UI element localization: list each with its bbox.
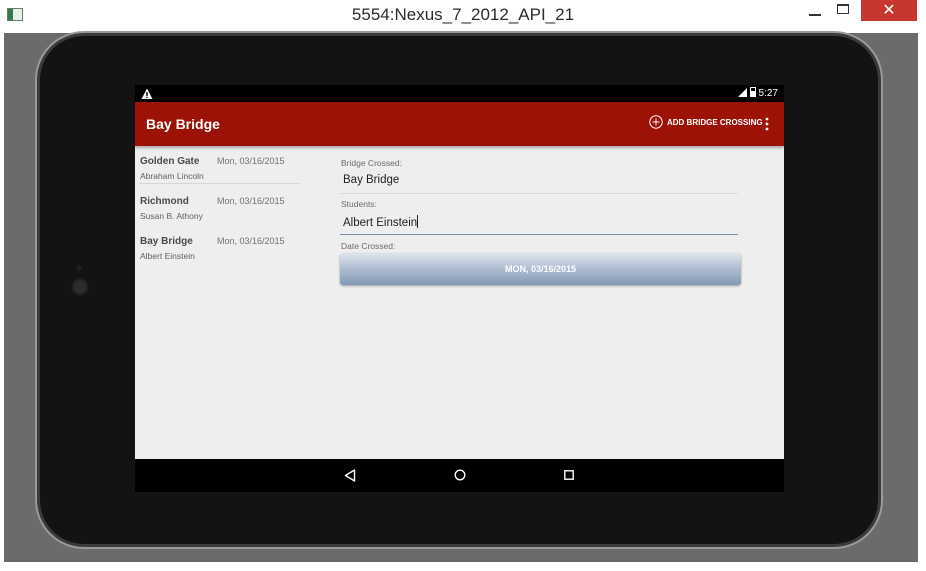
overflow-menu-icon[interactable] (765, 117, 769, 131)
date-picker-button[interactable]: MON, 03/16/2015 (340, 253, 741, 285)
window-title: 5554:Nexus_7_2012_API_21 (351, 5, 575, 24)
list-item[interactable]: Golden Gate Mon, 03/16/2015 Abraham Linc… (139, 149, 299, 184)
date-crossed-label: Date Crossed: (341, 241, 396, 251)
students-field-underline (340, 234, 738, 235)
students-label: Students: (341, 199, 377, 209)
recents-icon[interactable] (564, 470, 574, 480)
text-cursor (417, 215, 419, 228)
window-titlebar[interactable]: 5554:Nexus_7_2012_API_21 ✕ (0, 0, 926, 33)
bridge-field-underline (340, 193, 738, 194)
emulator-window: 5554:Nexus_7_2012_API_21 ✕ 5:27 Bay Brid… (0, 0, 926, 571)
battery-icon (749, 87, 756, 97)
minimize-button[interactable] (803, 2, 829, 22)
list-item-student: Susan B. Athony (140, 211, 203, 221)
list-item-date: Mon, 03/16/2015 (217, 156, 285, 166)
app-bar: Bay Bridge ADD BRIDGE CROSSING (135, 102, 784, 146)
students-field-text: Albert Einstein (343, 217, 418, 229)
maximize-button[interactable] (830, 2, 856, 22)
status-time: 5:27 (758, 88, 778, 99)
close-icon: ✕ (882, 0, 896, 19)
students-field[interactable]: Albert Einstein (343, 215, 419, 229)
list-item[interactable]: Richmond Mon, 03/16/2015 Susan B. Athony (139, 189, 299, 223)
list-item-bridge: Bay Bridge (140, 236, 193, 247)
close-button[interactable]: ✕ (861, 0, 917, 21)
signal-icon (737, 88, 747, 97)
list-item[interactable]: Bay Bridge Mon, 03/16/2015 Albert Einste… (139, 229, 299, 263)
list-item-student: Albert Einstein (140, 251, 195, 261)
list-item-date: Mon, 03/16/2015 (217, 236, 285, 246)
status-indicators: 5:27 (737, 87, 778, 100)
list-item-bridge: Richmond (140, 196, 189, 207)
list-item-student: Abraham Lincoln (140, 171, 204, 181)
bridge-crossed-label: Bridge Crossed: (341, 158, 402, 168)
status-bar: 5:27 (135, 85, 784, 102)
home-icon[interactable] (454, 469, 466, 481)
back-icon[interactable] (344, 469, 356, 482)
page-title: Bay Bridge (146, 116, 220, 132)
add-bridge-crossing-label: ADD BRIDGE CROSSING (667, 118, 763, 127)
list-item-bridge: Golden Gate (140, 156, 200, 167)
warning-icon (141, 88, 153, 99)
navigation-bar (135, 459, 784, 492)
sensor-icon (76, 265, 82, 271)
bridge-crossed-field[interactable]: Bay Bridge (343, 174, 399, 186)
camera-icon (73, 280, 87, 294)
add-circle-icon (649, 115, 663, 129)
list-item-date: Mon, 03/16/2015 (217, 196, 285, 206)
device-screen: 5:27 Bay Bridge ADD BRIDGE CROSSING Gold… (135, 85, 784, 492)
